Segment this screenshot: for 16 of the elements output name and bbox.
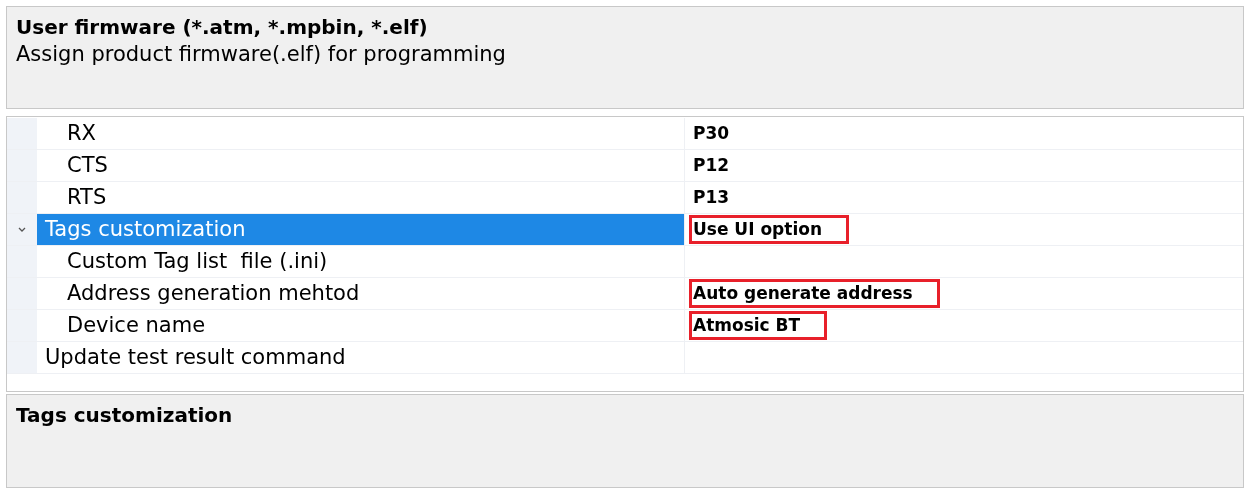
- property-name: Address generation mehtod: [67, 283, 360, 304]
- property-name: RTS: [67, 187, 107, 208]
- property-value[interactable]: Auto generate address: [689, 279, 940, 308]
- property-value[interactable]: Atmosic BT: [689, 311, 828, 340]
- property-value[interactable]: Use UI option: [689, 215, 849, 244]
- chevron-down-icon[interactable]: [17, 225, 27, 234]
- property-name: RX: [67, 123, 96, 144]
- property-name: Custom Tag list file (.ini): [67, 251, 328, 272]
- property-name: Update test result command: [45, 347, 346, 368]
- property-row[interactable]: Tags customization: [37, 214, 685, 245]
- help-title: Tags customization: [16, 403, 234, 428]
- property-name: Device name: [67, 315, 206, 336]
- panel-title: User firmware (*.atm, *.mpbin, *.elf): [16, 15, 429, 40]
- property-name: Tags customization: [45, 219, 246, 240]
- property-name: CTS: [67, 155, 108, 176]
- panel-description: Assign product firmware(.elf) for programming: [16, 41, 507, 68]
